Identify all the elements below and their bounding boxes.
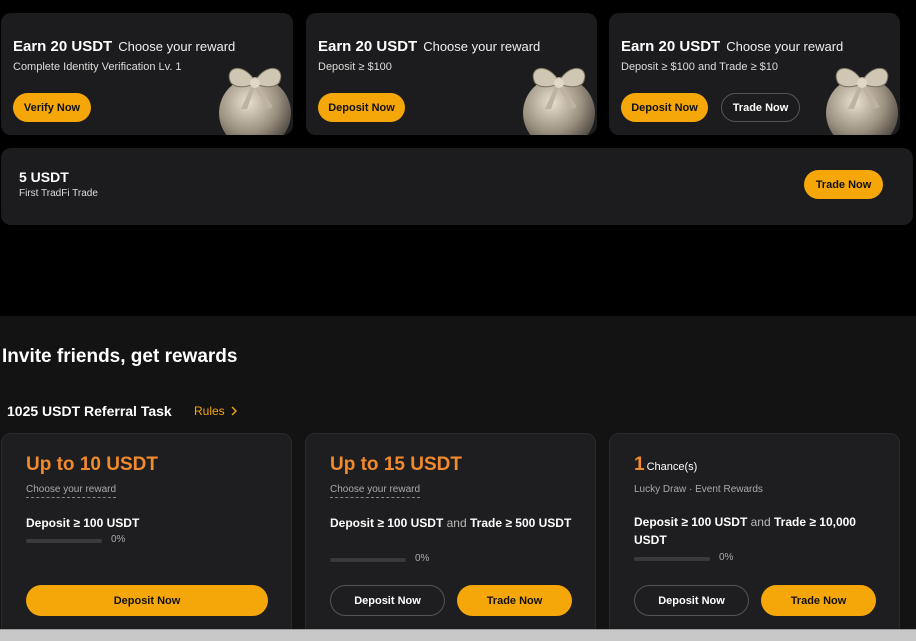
- task-requirement: Deposit ≥ 100 USDT and Trade ≥ 500 USDT: [330, 514, 575, 532]
- trade-now-button[interactable]: Trade Now: [721, 93, 800, 122]
- horizontal-scrollbar[interactable]: [0, 629, 916, 641]
- gift-coin-icon: [523, 68, 595, 135]
- rules-label: Rules: [194, 404, 225, 418]
- lucky-draw-label: Lucky Draw · Event Rewards: [634, 484, 763, 495]
- referral-card-3: 1 Chance(s) Lucky Draw · Event Rewards De…: [609, 433, 900, 641]
- chance-number: 1: [634, 454, 645, 475]
- progress-percent: 0%: [111, 534, 126, 545]
- referral-amount: Up to 15 USDT: [330, 454, 462, 475]
- deposit-now-button[interactable]: Deposit Now: [26, 585, 268, 616]
- reward-amount: Earn 20 USDT: [13, 38, 113, 55]
- trade-requirement: Trade ≥ 500 USDT: [470, 516, 572, 530]
- choose-reward-label: Choose your reward: [26, 484, 117, 498]
- reward-card-deposit: Earn 20 USDT Choose your reward Deposit ≥…: [306, 13, 597, 135]
- deposit-now-button[interactable]: Deposit Now: [330, 585, 445, 616]
- task-requirement: Deposit ≥ 100 USDT: [26, 514, 271, 532]
- trade-now-button[interactable]: Trade Now: [761, 585, 876, 616]
- referral-task-title: 1025 USDT Referral Task: [7, 403, 172, 419]
- choose-reward-label: Choose your reward: [330, 484, 421, 498]
- reward-requirement: Complete Identity Verification Lv. 1: [13, 61, 182, 73]
- trade-now-button[interactable]: Trade Now: [457, 585, 572, 616]
- progress-percent: 0%: [415, 553, 430, 564]
- reward-choose-label: Choose your reward: [118, 39, 236, 54]
- reward-card-tradfi: 5 USDT First TradFi Trade Trade Now: [1, 148, 913, 225]
- chevron-right-icon: [231, 406, 237, 416]
- reward-choose-label: Choose your reward: [726, 39, 844, 54]
- reward-amount: Earn 20 USDT: [318, 38, 418, 55]
- trade-now-button[interactable]: Trade Now: [804, 170, 883, 199]
- reward-card-deposit-trade: Earn 20 USDT Choose your reward Deposit ≥…: [609, 13, 900, 135]
- gift-coin-icon: [826, 68, 898, 135]
- progress-percent: 0%: [719, 552, 734, 563]
- invite-heading: Invite friends, get rewards: [2, 346, 238, 367]
- reward-amount: Earn 20 USDT: [621, 38, 721, 55]
- and-conjunction: and: [446, 516, 467, 530]
- deposit-now-button[interactable]: Deposit Now: [318, 93, 405, 122]
- referral-amount: Up to 10 USDT: [26, 454, 158, 475]
- rules-link[interactable]: Rules: [194, 404, 237, 418]
- deposit-now-button[interactable]: Deposit Now: [621, 93, 708, 122]
- verify-now-button[interactable]: Verify Now: [13, 93, 91, 122]
- chance-count: 1 Chance(s): [634, 454, 697, 476]
- referral-card-2: Up to 15 USDT Choose your reward Deposit…: [305, 433, 596, 641]
- referral-card-1: Up to 10 USDT Choose your reward Deposit…: [1, 433, 292, 641]
- progress-bar: [330, 558, 406, 562]
- reward-card-identity: Earn 20 USDT Choose your reward Complete …: [1, 13, 293, 135]
- reward-amount: 5 USDT: [19, 169, 69, 185]
- progress-bar: [634, 557, 710, 561]
- reward-requirement: First TradFi Trade: [19, 188, 98, 199]
- deposit-now-button[interactable]: Deposit Now: [634, 585, 749, 616]
- chance-label: Chance(s): [646, 461, 698, 473]
- deposit-requirement: Deposit ≥ 100 USDT: [330, 516, 444, 530]
- reward-requirement: Deposit ≥ $100 and Trade ≥ $10: [621, 61, 779, 73]
- reward-requirement: Deposit ≥ $100: [318, 61, 392, 73]
- gift-coin-icon: [219, 68, 291, 135]
- deposit-requirement: Deposit ≥ 100 USDT: [26, 516, 140, 530]
- reward-choose-label: Choose your reward: [423, 39, 541, 54]
- progress-bar: [26, 539, 102, 543]
- deposit-requirement: Deposit ≥ 100 USDT: [634, 515, 748, 529]
- task-requirement: Deposit ≥ 100 USDT and Trade ≥ 10,000 US…: [634, 513, 879, 549]
- and-conjunction: and: [750, 515, 771, 529]
